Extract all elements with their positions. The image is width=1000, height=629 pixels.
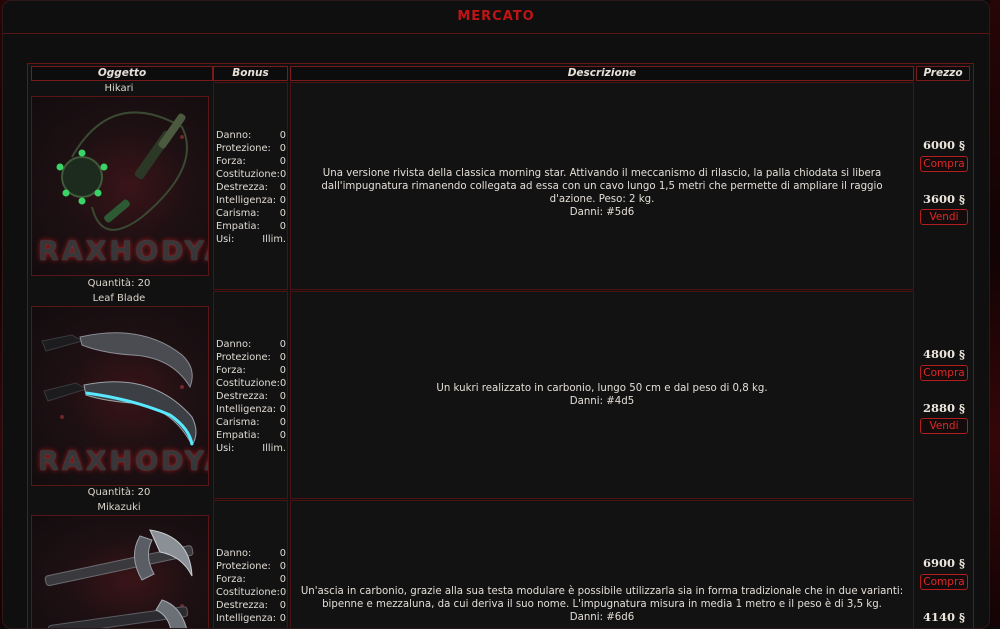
- item-name: Mikazuki: [97, 502, 141, 513]
- watermark-logo: RAXHODYA: [38, 236, 208, 267]
- bonus-row: Usi: Illim.: [216, 234, 286, 245]
- bonus-cell: Danno: 0 Protezione: 0 Forza: 0 Costituzion…: [213, 500, 288, 628]
- sell-price: 3600 §: [922, 192, 966, 206]
- bonus-row: Danno: 0: [216, 339, 286, 350]
- item-description: Una versione rivista della classica morn…: [291, 167, 913, 219]
- right-edge-glow: [990, 0, 1000, 627]
- bonus-row: Protezione: 0: [216, 143, 286, 154]
- column-header-item: Oggetto: [31, 66, 213, 81]
- sell-price: 4140 §: [922, 610, 966, 624]
- bonus-cell: Danno: 0 Protezione: 0 Forza: 0 Costituzion…: [213, 82, 288, 290]
- item-damage: Danni: #6d6: [569, 612, 635, 623]
- buy-button[interactable]: Compra: [920, 156, 968, 172]
- item-image[interactable]: RAXHODYA: [31, 96, 209, 276]
- bonus-row: Forza: 0: [216, 574, 286, 585]
- item-name: Leaf Blade: [92, 293, 146, 304]
- column-header-description: Descrizione: [290, 66, 914, 81]
- bonus-row: Forza: 0: [216, 156, 286, 167]
- item-damage: Danni: #5d6: [569, 207, 635, 218]
- bonus-row: Empatia: 0: [216, 430, 286, 441]
- price-cell: 6900 § Compra 4140 §: [916, 500, 972, 628]
- item-image[interactable]: [31, 515, 209, 628]
- item-quantity: Quantità: 20: [87, 278, 151, 289]
- item-damage: Danni: #4d5: [569, 396, 635, 407]
- sell-price: 2880 §: [922, 401, 966, 415]
- market-window: MERCATO Oggetto Bonus Descrizione Prezzo…: [2, 0, 990, 629]
- bonus-list: Danno: 0 Protezione: 0 Forza: 0 Costituzion…: [216, 129, 286, 246]
- buy-price: 6000 §: [922, 138, 966, 152]
- price-cell: 6000 § Compra 3600 § Vendi: [916, 82, 972, 290]
- window-header: MERCATO: [3, 1, 989, 34]
- sell-button[interactable]: Vendi: [920, 209, 968, 225]
- market-table: Oggetto Bonus Descrizione Prezzo Hikari: [27, 63, 974, 628]
- bonus-list: Danno: 0 Protezione: 0 Forza: 0 Costituzion…: [216, 338, 286, 455]
- bonus-row: Empatia: 0: [216, 221, 286, 232]
- item-quantity: Quantità: 20: [87, 487, 151, 498]
- sell-button[interactable]: Vendi: [920, 418, 968, 434]
- column-header-bonus: Bonus: [213, 66, 288, 81]
- bonus-row: Carisma: 0: [216, 417, 286, 428]
- bonus-row: Intelligenza: 0: [216, 195, 286, 206]
- item-description: Un'ascia in carbonio, grazie alla sua te…: [300, 586, 904, 623]
- bonus-row: Destrezza: 0: [216, 391, 286, 402]
- bonus-row: Destrezza: 0: [216, 182, 286, 193]
- bonus-row: Destrezza: 0: [216, 600, 286, 611]
- buy-button[interactable]: Compra: [920, 365, 968, 381]
- bonus-cell: Danno: 0 Protezione: 0 Forza: 0 Costituzion…: [213, 291, 288, 499]
- bonus-row: Usi: Illim.: [216, 443, 286, 454]
- bonus-row: Protezione: 0: [216, 352, 286, 363]
- page-title: MERCATO: [457, 9, 535, 24]
- buy-button[interactable]: Compra: [920, 574, 968, 590]
- bonus-row: Protezione: 0: [216, 561, 286, 572]
- watermark-logo: RAXHODYA: [38, 446, 208, 477]
- price-cell: 4800 § Compra 2880 § Vendi: [916, 291, 972, 499]
- bonus-row: Carisma: 0: [216, 208, 286, 219]
- description-cell: Un'ascia in carbonio, grazie alla sua te…: [290, 500, 914, 628]
- item-description: Un kukri realizzato in carbonio, lungo 5…: [291, 382, 913, 408]
- description-cell: Una versione rivista della classica morn…: [290, 82, 914, 290]
- bonus-row: Intelligenza: 0: [216, 404, 286, 415]
- buy-price: 6900 §: [922, 556, 966, 570]
- column-header-price: Prezzo: [916, 66, 970, 81]
- bonus-row: Forza: 0: [216, 365, 286, 376]
- bonus-row: Costituzione: 0: [216, 587, 287, 598]
- bonus-list: Danno: 0 Protezione: 0 Forza: 0 Costituzion…: [216, 547, 286, 625]
- bonus-row: Intelligenza: 0: [216, 613, 286, 624]
- bonus-row: Costituzione: 0: [216, 378, 287, 389]
- bonus-row: Danno: 0: [216, 130, 286, 141]
- bonus-row: Danno: 0: [216, 548, 286, 559]
- crescent-axe-icon: [44, 529, 194, 628]
- description-cell: Un kukri realizzato in carbonio, lungo 5…: [290, 291, 914, 499]
- item-image[interactable]: RAXHODYA: [31, 306, 209, 486]
- buy-price: 4800 §: [922, 347, 966, 361]
- bonus-row: Costituzione: 0: [216, 169, 287, 180]
- item-name: Hikari: [104, 83, 134, 94]
